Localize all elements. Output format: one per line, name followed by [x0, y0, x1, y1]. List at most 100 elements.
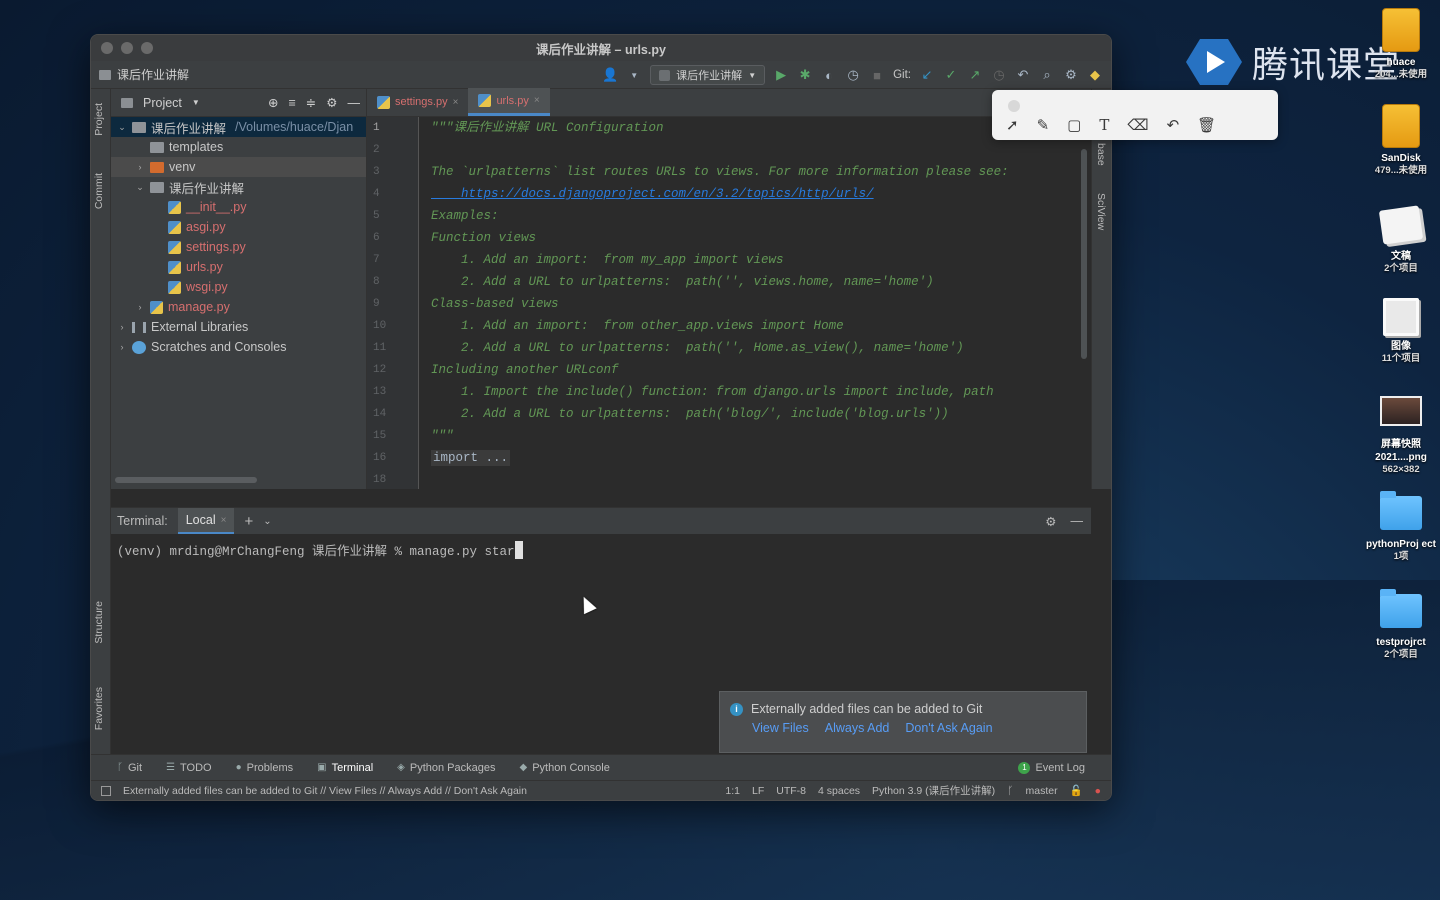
indent-setting[interactable]: 4 spaces [818, 785, 860, 797]
code-line[interactable]: https://docs.djangoproject.com/en/3.2/to… [431, 183, 1061, 205]
chevron-down-icon[interactable]: ⌄ [263, 516, 271, 527]
chevron-down-icon[interactable]: ▼ [192, 98, 200, 107]
code-line[interactable] [431, 139, 1061, 161]
code-line[interactable]: Including another URLconf [431, 359, 1061, 381]
tree-item[interactable]: › Scratches and Consoles [111, 337, 366, 357]
history-icon[interactable]: ◷ [991, 67, 1007, 83]
code-line[interactable]: 1. Add an import: from other_app.views i… [431, 315, 1061, 337]
close-icon[interactable]: × [453, 97, 459, 108]
event-indicator-icon[interactable]: ● [1095, 785, 1101, 797]
chevron-down-icon[interactable]: ▼ [626, 67, 642, 83]
tool-event-log[interactable]: 1 Event Log [1018, 761, 1085, 774]
project-view-select[interactable]: Project [143, 96, 182, 110]
tree-item[interactable]: templates [111, 137, 366, 157]
gear-icon[interactable]: ⚙ [1045, 514, 1056, 529]
chevron-down-icon[interactable]: ⌄ [117, 122, 127, 133]
line-separator[interactable]: LF [752, 785, 764, 797]
tab-settings-py[interactable]: settings.py × [367, 88, 468, 116]
tool-tab-commit[interactable]: Commit [93, 173, 105, 209]
user-icon[interactable]: 👤 [602, 67, 618, 83]
pycharm-logo-icon[interactable]: ◆ [1087, 67, 1103, 83]
view-files-link[interactable]: View Files [752, 721, 809, 735]
tab-urls-py[interactable]: urls.py × [468, 88, 550, 116]
code-line[interactable]: 1. Add an import: from my_app import vie… [431, 249, 1061, 271]
desktop-item-pythonproject[interactable]: pythonProj ect 1项 [1362, 491, 1440, 563]
code-line[interactable]: """ [431, 425, 1061, 447]
tree-item[interactable]: asgi.py [111, 217, 366, 237]
code-line[interactable]: import ... [431, 447, 1061, 469]
hide-panel-icon[interactable]: — [348, 96, 361, 110]
target-icon[interactable]: ⊕ [268, 95, 278, 110]
add-icon[interactable]: + [244, 513, 253, 530]
tree-item[interactable]: ⌄ 课后作业讲解/Volumes/huace/Djan [111, 117, 366, 137]
expand-all-icon[interactable]: ≡ [289, 96, 296, 110]
status-square-icon[interactable] [101, 785, 111, 796]
chevron-right-icon[interactable]: › [135, 302, 145, 312]
close-icon[interactable]: × [534, 95, 540, 106]
tree-item[interactable]: wsgi.py [111, 277, 366, 297]
desktop-item-documents[interactable]: 文稿 2个项目 [1362, 205, 1440, 275]
tree-item[interactable]: settings.py [111, 237, 366, 257]
chevron-right-icon[interactable]: › [135, 162, 145, 172]
close-window-button[interactable] [101, 42, 113, 54]
tool-terminal[interactable]: ▣ Terminal [317, 762, 373, 774]
code-line[interactable] [431, 469, 1061, 491]
folded-imports[interactable]: import ... [431, 450, 511, 466]
pointer-icon[interactable]: ➚ [1006, 116, 1019, 134]
code-line[interactable]: Examples: [431, 205, 1061, 227]
desktop-item-images[interactable]: 图像 11个项目 [1362, 298, 1440, 365]
dont-ask-again-link[interactable]: Don't Ask Again [905, 721, 992, 735]
drag-handle[interactable] [1008, 100, 1020, 112]
coverage-icon[interactable]: ◐ [821, 67, 837, 83]
profile-icon[interactable]: ◷ [845, 67, 861, 83]
git-update-icon[interactable]: ↙ [919, 67, 935, 83]
run-icon[interactable]: ▶ [773, 67, 789, 83]
tree-item[interactable]: › manage.py [111, 297, 366, 317]
tool-tab-favorites[interactable]: Favorites [93, 687, 105, 730]
rectangle-icon[interactable]: ▢ [1067, 116, 1081, 134]
tool-problems[interactable]: ● Problems [236, 762, 294, 774]
code-line[interactable]: 2. Add a URL to urlpatterns: path('', vi… [431, 271, 1061, 293]
terminal-tab-local[interactable]: Local × [177, 508, 235, 534]
chevron-right-icon[interactable]: › [117, 322, 127, 332]
code-line[interactable]: 2. Add a URL to urlpatterns: path('', Ho… [431, 337, 1061, 359]
status-message[interactable]: Externally added files can be added to G… [123, 785, 527, 797]
trash-icon[interactable]: 🗑 [1197, 116, 1216, 134]
debug-icon[interactable]: ✱ [797, 67, 813, 83]
tool-todo[interactable]: ☰ TODO [166, 762, 212, 774]
tool-tab-structure[interactable]: Structure [93, 601, 105, 644]
chevron-down-icon[interactable]: ⌄ [135, 182, 145, 193]
git-push-icon[interactable]: ↗ [967, 67, 983, 83]
gear-icon[interactable]: ⚙ [326, 95, 337, 110]
git-commit-icon[interactable]: ✓ [943, 67, 959, 83]
code-line[interactable]: 2. Add a URL to urlpatterns: path('blog/… [431, 403, 1061, 425]
text-icon[interactable]: T [1099, 116, 1109, 134]
code-line[interactable]: The `urlpatterns` list routes URLs to vi… [431, 161, 1061, 183]
tree-item[interactable]: __init__.py [111, 197, 366, 217]
collapse-all-icon[interactable]: ≑ [306, 95, 316, 110]
desktop-item-huace[interactable]: huace 204...未使用 [1362, 8, 1440, 81]
caret-position[interactable]: 1:1 [725, 785, 740, 797]
close-icon[interactable]: × [221, 515, 227, 526]
search-icon[interactable]: ⌕ [1039, 67, 1055, 83]
undo-icon[interactable]: ↶ [1167, 116, 1180, 134]
chevron-right-icon[interactable]: › [117, 342, 127, 352]
python-interpreter[interactable]: Python 3.9 (课后作业讲解) [872, 783, 995, 798]
horizontal-scrollbar[interactable] [115, 477, 257, 483]
tree-item[interactable]: › External Libraries [111, 317, 366, 337]
tool-python-console[interactable]: ◆ Python Console [519, 762, 609, 774]
breadcrumb[interactable]: 课后作业讲解 [99, 66, 189, 83]
tree-item[interactable]: ⌄ 课后作业讲解 [111, 177, 366, 197]
tool-python-packages[interactable]: ◈ Python Packages [397, 762, 495, 774]
lock-icon[interactable]: 🔓 [1070, 784, 1083, 797]
tree-item[interactable]: › venv [111, 157, 366, 177]
git-branch[interactable]: master [1025, 785, 1057, 797]
tool-git[interactable]: ᚴ Git [117, 762, 142, 774]
code-line[interactable]: Function views [431, 227, 1061, 249]
desktop-item-testprojrct[interactable]: testprojrct 2个项目 [1362, 589, 1440, 661]
pen-icon[interactable]: ✎ [1037, 116, 1050, 134]
rollback-icon[interactable]: ↶ [1015, 67, 1031, 83]
code-line[interactable]: Class-based views [431, 293, 1061, 315]
eraser-icon[interactable]: ⌫ [1127, 116, 1148, 134]
code-line[interactable]: 1. Import the include() function: from d… [431, 381, 1061, 403]
